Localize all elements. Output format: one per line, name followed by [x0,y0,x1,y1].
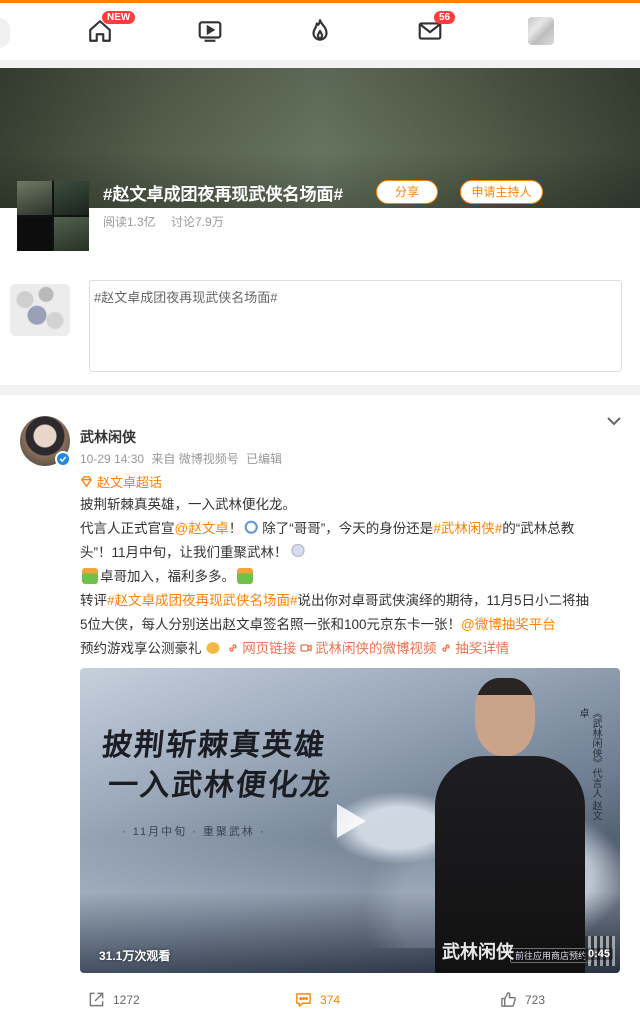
like-button[interactable]: 723 [500,991,545,1008]
post-text: 披荆斩棘真英雄，一入武林便化龙。 代言人正式官宣@赵文卓！ 除了“哥哥”，今天的身… [80,497,590,656]
post-source: 来自 微博视频号 [151,452,239,466]
video-icon [198,21,222,42]
web-link[interactable]: 网页链接 [227,641,296,656]
verified-badge-icon [55,451,71,467]
emoji-gift-icon [82,568,98,584]
hashtag-link[interactable]: #武林闲侠# [433,521,502,536]
apply-host-button[interactable]: 申请主持人 [460,180,543,204]
post-actions: 1272 374 723 [0,985,640,1015]
emoji-gift-icon [237,568,253,584]
new-badge: NEW [102,11,136,24]
compose-input[interactable]: #赵文卓成团夜再现武侠名场面# [89,280,622,372]
comment-icon [296,993,311,1007]
play-icon[interactable] [333,801,369,841]
nav-messages[interactable]: 56 [416,11,456,45]
emoji-search-icon [244,520,261,536]
emoji-hand-icon [203,640,222,656]
user-avatar[interactable] [528,17,554,45]
lottery-link[interactable]: 抽奖详情 [440,641,509,656]
topic-header: #赵文卓成团夜再现武侠名场面# 分享 申请主持人 阅读1.3亿 讨论7.9万 #… [0,68,640,385]
discussion-count: 讨论7.9万 [171,215,224,229]
video-link[interactable]: 武林闲侠的微博视频 [300,641,437,656]
post-meta: 10-29 14:30 来自 微博视频号 已编辑 [80,450,282,467]
repost-button[interactable]: 1272 [88,991,140,1008]
video-subtitle: · 11月中旬 · 重聚武林 · [122,826,266,838]
game-logo: 武林闲侠 [442,942,514,963]
link-icon [442,644,450,652]
hashtag-link[interactable]: #赵文卓成团夜再现武侠名场面# [107,593,298,608]
compose-avatar [10,284,70,336]
video-duration: 0:45 [585,948,614,960]
messages-badge: 56 [434,11,456,24]
nav-hot[interactable] [306,17,334,45]
post-time[interactable]: 10-29 14:30 [80,452,144,466]
topic-stats: 阅读1.3亿 讨论7.9万 [103,213,224,230]
video-side-text: 《武林闲侠》代言人 赵文卓 [577,708,601,821]
chevron-down-icon[interactable] [605,415,623,427]
search-stub[interactable] [0,18,10,48]
top-nav: NEW 56 [0,0,640,60]
link-icon [229,644,237,652]
supertopic-link[interactable]: 赵文卓超话 [80,472,162,491]
video-small-icon [300,644,312,652]
emoji-trophy-icon [289,544,306,560]
post-edited[interactable]: 已编辑 [246,452,282,466]
mention-link[interactable]: @赵文卓 [175,521,229,536]
comment-button[interactable]: 374 [295,991,340,1008]
nav-video[interactable] [196,17,224,45]
store-button: 前往应用商店预约 [510,948,593,963]
post-card: 武林闲侠 10-29 14:30 来自 微博视频号 已编辑 赵文卓超话 披荆斩棘… [0,395,640,1018]
share-button[interactable]: 分享 [376,180,438,204]
nav-home[interactable]: NEW [86,11,136,45]
mention-link[interactable]: @微博抽奖平台 [461,617,556,632]
view-count: 31.1万次观看 [99,949,171,963]
read-count: 阅读1.3亿 [103,215,156,229]
thumbs-up-icon [501,992,516,1007]
video-headline: 披荆斩棘真英雄 一入武林便化龙 [100,728,334,803]
hot-icon [312,19,328,41]
diamond-icon [80,476,93,488]
author-name[interactable]: 武林闲侠 [80,427,136,447]
share-icon [89,992,104,1007]
topic-title[interactable]: #赵文卓成团夜再现武侠名场面# [103,180,343,205]
video-player[interactable]: 披荆斩棘真英雄 一入武林便化龙 · 11月中旬 · 重聚武林 · 《武林闲侠》代… [80,668,620,973]
topic-thumbnail[interactable] [17,181,89,251]
